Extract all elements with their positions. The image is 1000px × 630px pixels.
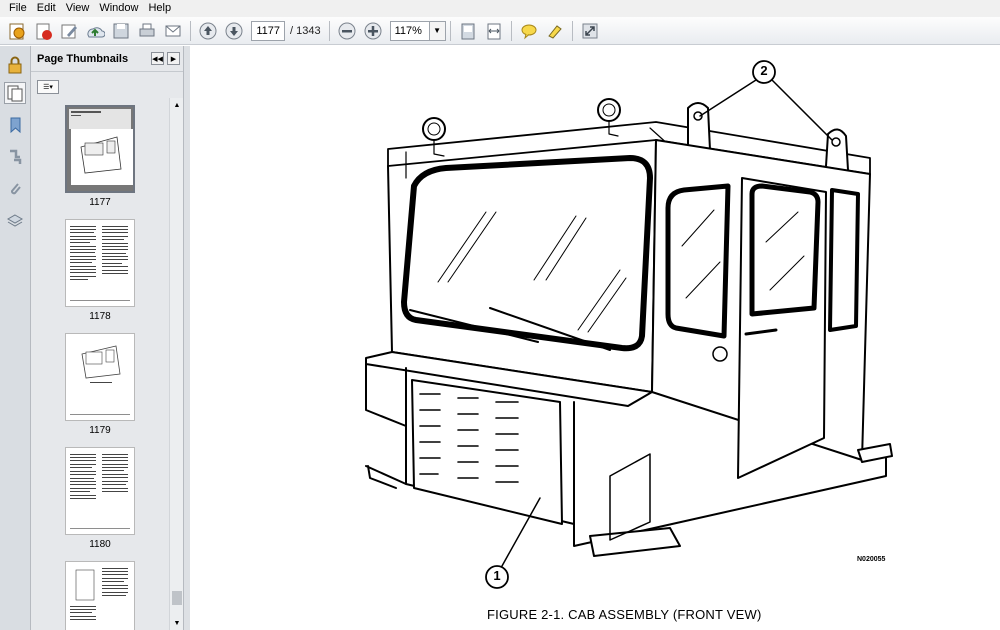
edit-icon[interactable] <box>57 19 81 43</box>
menu-edit[interactable]: Edit <box>32 0 61 17</box>
scrollbar-thumb[interactable] <box>172 591 182 605</box>
attachments-link-icon[interactable] <box>4 146 26 168</box>
save-icon[interactable] <box>109 19 133 43</box>
thumbnail-page[interactable] <box>65 219 135 307</box>
toolbar-separator <box>571 20 573 41</box>
thumbnails-title: Page Thumbnails <box>37 52 129 65</box>
thumbnail-label: 1179 <box>89 425 111 436</box>
thumbnail-label: 1180 <box>89 539 111 550</box>
zoom-out-icon[interactable] <box>335 19 359 43</box>
cab-assembly-figure <box>365 60 893 589</box>
navigation-rail <box>0 46 31 630</box>
figure-caption: FIGURE 2-1. CAB ASSEMBLY (FRONT VEW) <box>487 607 762 622</box>
comment-icon[interactable] <box>517 19 541 43</box>
zoom-input[interactable]: 117% <box>389 20 430 41</box>
prev-page-icon[interactable] <box>196 19 220 43</box>
menu-window[interactable]: Window <box>94 0 143 17</box>
page-total: / 1343 <box>290 24 321 37</box>
menu-help[interactable]: Help <box>143 0 176 17</box>
page-number-input[interactable]: 1177 <box>251 20 285 41</box>
scroll-up-icon[interactable]: ▲ <box>170 98 184 112</box>
zoom-dropdown-chevron-down-icon[interactable]: ▼ <box>429 20 446 41</box>
thumbnail-page[interactable] <box>65 333 135 421</box>
upload-icon[interactable] <box>83 19 107 43</box>
thumbnails-header: Page Thumbnails ◀◀ ▶ <box>31 46 183 72</box>
toolbar-separator <box>190 20 191 41</box>
thumbnail-label: 1178 <box>89 311 111 322</box>
lock-icon[interactable] <box>4 54 26 76</box>
thumbnail-page[interactable] <box>65 447 135 535</box>
menu-file[interactable]: File <box>4 0 32 17</box>
next-page-icon[interactable] <box>222 19 246 43</box>
pages-icon[interactable] <box>4 82 26 104</box>
figure-code: N020055 <box>857 556 886 563</box>
menu-bar: File Edit View Window Help <box>0 0 1000 17</box>
fit-width-icon[interactable] <box>482 19 506 43</box>
toolbar: 1177 / 1343 117% ▼ <box>0 17 1000 45</box>
email-icon[interactable] <box>161 19 185 43</box>
highlight-icon[interactable] <box>543 19 567 43</box>
thumbnail-page[interactable] <box>65 105 135 193</box>
toolbar-separator <box>328 20 330 41</box>
fit-page-icon[interactable] <box>456 19 480 43</box>
callout-1-label: 1 <box>493 568 501 583</box>
open-icon[interactable] <box>31 19 55 43</box>
thumbnail-scrollbar[interactable]: ▲ ▼ <box>169 98 183 630</box>
callout-2-label: 2 <box>760 63 768 78</box>
bookmark-icon[interactable] <box>4 114 26 136</box>
scroll-down-icon[interactable]: ▼ <box>170 616 184 630</box>
expand-right-icon[interactable]: ▶ <box>167 52 180 65</box>
thumbnails-panel: Page Thumbnails ◀◀ ▶ ☰▾ 1177 1178 1179 1… <box>31 46 184 630</box>
thumbnail-page[interactable] <box>65 561 135 630</box>
collapse-left-icon[interactable]: ◀◀ <box>151 52 164 65</box>
thumbnail-options-icon[interactable]: ☰▾ <box>37 80 59 94</box>
fullscreen-icon[interactable] <box>578 19 602 43</box>
menu-view[interactable]: View <box>61 0 95 17</box>
toolbar-separator <box>449 20 451 41</box>
document-view: 2 1 N020055 FIGURE 2-1. CAB ASSEMBLY (FR… <box>190 46 1000 630</box>
zoom-in-icon[interactable] <box>361 19 385 43</box>
thumbnail-list: 1177 1178 1179 1180 <box>31 101 169 630</box>
create-pdf-icon[interactable] <box>5 19 29 43</box>
print-icon[interactable] <box>135 19 159 43</box>
thumbnail-label: 1177 <box>89 197 111 208</box>
layers-icon[interactable] <box>4 210 26 232</box>
paperclip-icon[interactable] <box>4 178 26 200</box>
toolbar-separator <box>510 20 512 41</box>
